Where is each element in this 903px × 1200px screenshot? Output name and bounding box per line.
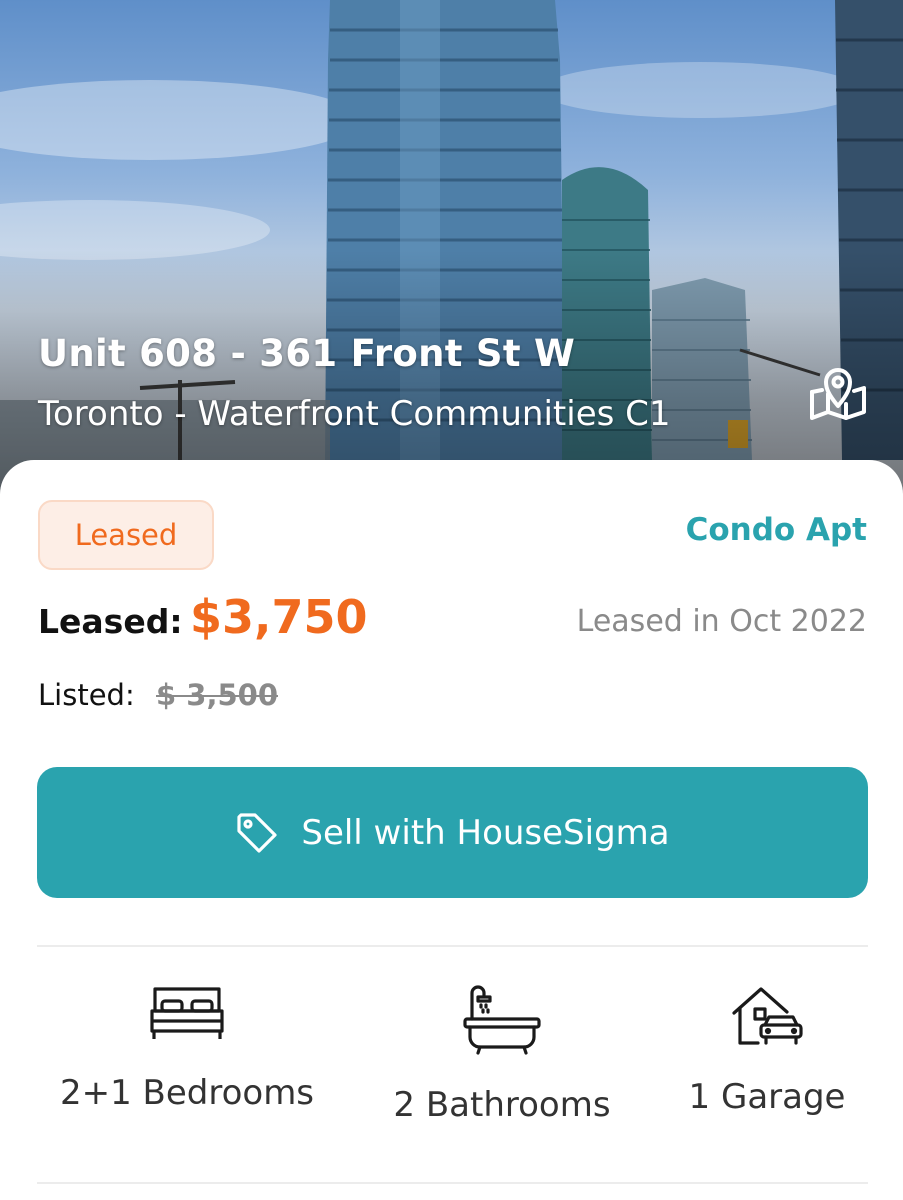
sell-button-label: Sell with HouseSigma: [301, 812, 670, 853]
feature-bathrooms: 2 Bathrooms: [380, 985, 624, 1125]
feature-garage: 1 Garage: [682, 985, 852, 1117]
map-pin-icon: [810, 368, 866, 420]
garage-label: 1 Garage: [688, 1077, 846, 1117]
map-button[interactable]: [806, 362, 870, 424]
listing-community: Toronto - Waterfront Communities C1: [38, 394, 671, 434]
divider: [37, 1182, 868, 1184]
listed-price-label: Listed:: [38, 678, 135, 712]
listing-address: Unit 608 - 361 Front St W: [38, 332, 576, 375]
garage-icon: [732, 987, 803, 1045]
leased-price: $3,750: [190, 590, 368, 644]
status-badge: Leased: [38, 500, 214, 570]
leased-date: Leased in Oct 2022: [576, 604, 867, 639]
bathtub-icon: [463, 985, 541, 1055]
listed-price: $ 3,500: [156, 678, 279, 712]
price-tag-icon: [237, 812, 277, 853]
bathrooms-label: 2 Bathrooms: [393, 1085, 611, 1125]
feature-bedrooms: 2+1 Bedrooms: [56, 985, 318, 1113]
property-type: Condo Apt: [685, 512, 867, 548]
bed-icon: [150, 987, 224, 1039]
sell-with-housesigma-button[interactable]: Sell with HouseSigma: [37, 767, 868, 898]
divider: [37, 945, 868, 947]
listing-details-card: Leased Condo Apt Leased: $3,750 Leased i…: [0, 460, 903, 1200]
bedrooms-label: 2+1 Bedrooms: [59, 1073, 315, 1113]
hero-photo: Unit 608 - 361 Front St W Toronto - Wate…: [0, 0, 903, 500]
leased-price-label: Leased:: [38, 602, 183, 641]
